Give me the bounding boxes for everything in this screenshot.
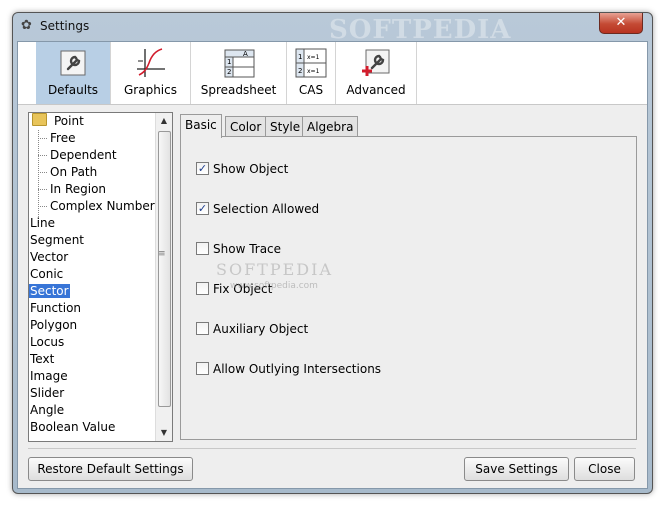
toolbar-label: CAS — [298, 83, 324, 97]
category-toolbar: Defaults Graphics A 1 2 Spreadsheet 1 2 … — [18, 42, 647, 105]
tree-item-boolean-value[interactable]: Boolean Value — [29, 419, 155, 436]
tree-item-on-path[interactable]: On Path — [29, 164, 155, 181]
checkbox-label: Show Object — [213, 162, 289, 176]
checkbox-unchecked-icon[interactable] — [196, 322, 209, 335]
tree-item-label: Sector — [29, 284, 70, 298]
checkbox-unchecked-icon[interactable] — [196, 282, 209, 295]
tree-item-label: Segment — [30, 233, 84, 247]
tree-scrollbar[interactable]: ▲ ≡ ▼ — [155, 113, 172, 441]
cas-icon: 1 2 x=1 x=1 — [295, 48, 327, 78]
tree-item-label: Vector — [30, 250, 69, 264]
tree-item-label: On Path — [50, 165, 98, 179]
tree-item-label: Complex Number — [50, 199, 155, 213]
tree-item-label: Function — [30, 301, 82, 315]
tree-item-segment[interactable]: Segment — [29, 232, 155, 249]
svg-text:1: 1 — [298, 53, 302, 61]
tree-item-label: Point — [54, 114, 84, 128]
checkbox-unchecked-icon[interactable] — [196, 362, 209, 375]
window-close-button[interactable]: ✕ — [599, 13, 643, 34]
toolbar-graphics[interactable]: Graphics — [111, 42, 191, 104]
folder-icon — [32, 113, 47, 126]
object-type-tree[interactable]: Point Free Dependent On Path In Region C… — [28, 112, 173, 442]
tree-item-text[interactable]: Text — [29, 351, 155, 368]
tree-item-label: Angle — [30, 403, 65, 417]
scroll-up-arrow-icon[interactable]: ▲ — [156, 113, 172, 129]
checkbox-label: Allow Outlying Intersections — [213, 362, 382, 376]
toolbar-label: Defaults — [47, 83, 99, 97]
checkbox-label: Show Trace — [213, 242, 282, 256]
toolbar-defaults[interactable]: Defaults — [36, 42, 111, 104]
svg-text:2: 2 — [227, 68, 231, 76]
tree-item-angle[interactable]: Angle — [29, 402, 155, 419]
tree-item-label: Boolean Value — [30, 420, 116, 434]
svg-text:2: 2 — [298, 67, 302, 75]
svg-text:x=1: x=1 — [307, 54, 320, 61]
save-settings-button[interactable]: Save Settings — [464, 457, 569, 481]
tree-item-free[interactable]: Free — [29, 130, 155, 147]
tree-item-complex-number[interactable]: Complex Number — [29, 198, 155, 215]
tab-basic[interactable]: Basic — [180, 114, 222, 138]
tree-item-label: Conic — [30, 267, 64, 281]
tree-item-label: In Region — [50, 182, 107, 196]
scroll-thumb[interactable] — [158, 131, 171, 407]
tree-item-image[interactable]: Image — [29, 368, 155, 385]
toolbar-cas[interactable]: 1 2 x=1 x=1 CAS — [287, 42, 336, 104]
tree-item-label: Free — [50, 131, 76, 145]
tree-item-label: Image — [30, 369, 68, 383]
tree-item-sector[interactable]: Sector — [29, 283, 155, 300]
tree-item-label: Dependent — [50, 148, 117, 162]
tree-item-polygon[interactable]: Polygon — [29, 317, 155, 334]
toolbar-spreadsheet[interactable]: A 1 2 Spreadsheet — [191, 42, 287, 104]
scroll-down-arrow-icon[interactable]: ▼ — [156, 425, 172, 441]
tree-item-conic[interactable]: Conic — [29, 266, 155, 283]
checkbox-checked-icon[interactable]: ✓ — [196, 202, 209, 215]
restore-default-settings-button[interactable]: Restore Default Settings — [28, 457, 193, 481]
advanced-wrench-icon — [362, 49, 390, 76]
tree-item-function[interactable]: Function — [29, 300, 155, 317]
tree-item-point[interactable]: Point — [29, 113, 155, 130]
checkbox-label: Selection Allowed — [213, 202, 320, 216]
checkbox-label: Auxiliary Object — [213, 322, 309, 336]
settings-gear-icon: ✿ — [21, 18, 32, 33]
tree-item-label: Locus — [30, 335, 65, 349]
checkbox-checked-icon[interactable]: ✓ — [196, 162, 209, 175]
tree-item-dependent[interactable]: Dependent — [29, 147, 155, 164]
svg-text:x=1: x=1 — [307, 68, 320, 75]
tree-item-locus[interactable]: Locus — [29, 334, 155, 351]
tab-color[interactable]: Color — [225, 116, 267, 137]
toolbar-label: Advanced — [346, 83, 406, 97]
tab-algebra[interactable]: Algebra — [302, 116, 359, 137]
wrench-icon — [60, 50, 86, 76]
tree-item-line[interactable]: Line — [29, 215, 155, 232]
tree-list: Point Free Dependent On Path In Region C… — [29, 113, 155, 436]
close-button[interactable]: Close — [574, 457, 635, 481]
center-watermark-url: www.softpedia.com — [230, 281, 318, 291]
title-bar[interactable]: ✿ Settings SOFTPEDIA ✕ — [13, 13, 652, 45]
graph-icon — [136, 48, 165, 77]
tree-item-slider[interactable]: Slider — [29, 385, 155, 402]
checkbox-unchecked-icon[interactable] — [196, 242, 209, 255]
tree-item-in-region[interactable]: In Region — [29, 181, 155, 198]
tree-item-label: Slider — [30, 386, 65, 400]
center-watermark: SOFTPEDIA — [216, 260, 333, 279]
tab-style[interactable]: Style — [265, 116, 306, 137]
settings-window: ✿ Settings SOFTPEDIA ✕ Defaults Graphics… — [12, 12, 653, 494]
grip-icon: ≡ — [158, 249, 166, 259]
svg-text:1: 1 — [227, 58, 231, 66]
tree-item-label: Line — [30, 216, 56, 230]
tree-item-label: Text — [30, 352, 55, 366]
toolbar-label: Graphics — [124, 83, 177, 97]
toolbar-advanced[interactable]: Advanced — [336, 42, 417, 104]
toolbar-label: Spreadsheet — [200, 83, 277, 97]
spreadsheet-icon: A 1 2 — [224, 49, 254, 78]
window-title: Settings — [40, 19, 90, 33]
dialog-footer: Restore Default Settings Save Settings C… — [28, 448, 636, 481]
tree-item-label: Polygon — [30, 318, 78, 332]
tree-item-vector[interactable]: Vector — [29, 249, 155, 266]
svg-text:A: A — [243, 50, 248, 58]
